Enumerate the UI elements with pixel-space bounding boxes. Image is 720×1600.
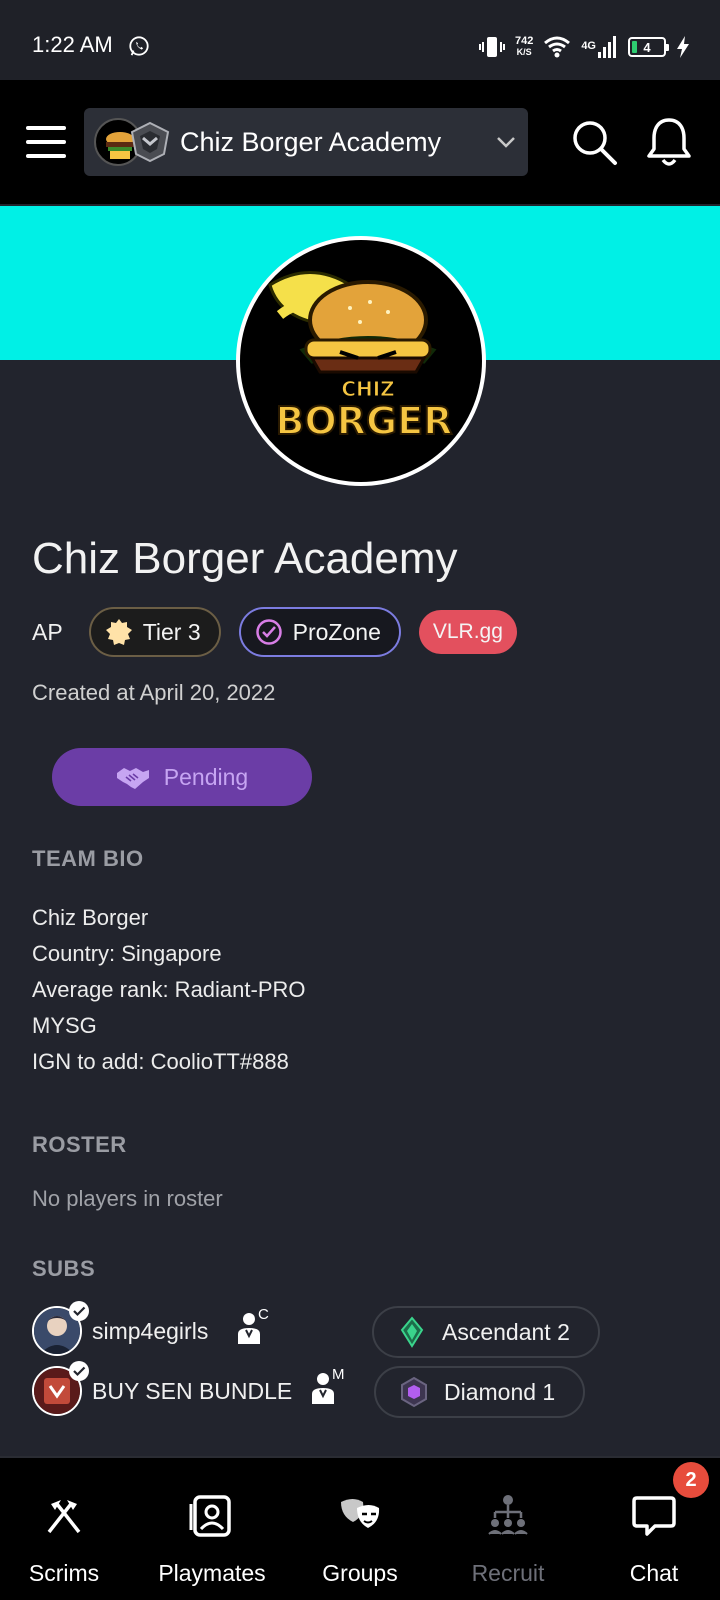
menu-button[interactable] <box>26 126 66 158</box>
subs-section-title: SUBS <box>32 1256 96 1281</box>
sub-player-name: simp4egirls <box>92 1318 209 1344</box>
app-bar: Chiz Borger Academy <box>0 80 720 204</box>
sub-player-row[interactable]: BUY SEN BUNDLE M Diamond 1 <box>32 1361 692 1418</box>
nav-label: Scrims <box>28 1560 100 1586</box>
created-date: Created at April 20, 2022 <box>32 680 276 705</box>
roster-section-title: ROSTER <box>32 1132 127 1157</box>
sub-player-row[interactable]: simp4egirls C Ascendant 2 <box>32 1301 692 1358</box>
burger-logo-icon: CHIZ BORGER <box>268 271 453 444</box>
prozone-badge: ProZone <box>238 607 401 657</box>
rank-label: Ascendant 2 <box>442 1318 570 1345</box>
team-tags: AP Tier 3 ProZone VLR.gg <box>32 606 535 658</box>
bottom-nav: Scrims Playmates Groups Recruit Chat <box>0 1456 720 1600</box>
role-letter: M <box>332 1366 345 1383</box>
charging-icon <box>677 36 689 58</box>
net-speed-unit: K/S <box>516 47 532 57</box>
menu-bar <box>26 154 66 158</box>
bio-line: MYSG <box>32 1013 97 1038</box>
vlr-link[interactable]: VLR.gg <box>418 610 517 654</box>
wifi-icon <box>544 36 571 58</box>
verified-badge-icon <box>69 1361 89 1381</box>
ascendant-rank-icon <box>400 1316 424 1348</box>
vibrate-icon <box>478 37 505 57</box>
verified-badge-icon <box>69 1301 89 1321</box>
bio-section-title: TEAM BIO <box>32 846 144 871</box>
tier-label: Tier 3 <box>142 618 201 645</box>
diamond-rank-icon <box>401 1376 427 1408</box>
check-circle-icon <box>255 619 282 645</box>
nav-recruit[interactable]: Recruit <box>436 1458 580 1600</box>
masks-icon <box>341 1499 380 1528</box>
rank-badge: Ascendant 2 <box>372 1306 600 1358</box>
region-label: AP <box>32 618 63 645</box>
nav-scrims[interactable]: Scrims <box>0 1458 136 1600</box>
team-bio: Chiz Borger Country: Singapore Average r… <box>32 900 306 1080</box>
logo-text-bottom: BORGER <box>276 399 453 443</box>
bell-icon[interactable] <box>644 116 694 168</box>
org-chart-icon <box>488 1495 528 1535</box>
roster-empty-text: No players in roster <box>32 1186 223 1211</box>
handshake-icon <box>116 768 149 789</box>
net-speed: 742 K/S <box>515 36 533 58</box>
pending-label: Pending <box>163 763 249 790</box>
bio-line: Chiz Borger <box>32 905 149 930</box>
nav-label: Playmates <box>158 1560 266 1586</box>
contact-card-icon <box>189 1495 231 1537</box>
logo-text-top: CHIZ <box>341 377 394 401</box>
nav-label: Recruit <box>471 1560 545 1586</box>
net-speed-value: 742 <box>514 35 534 47</box>
team-logo: CHIZ BORGER <box>236 236 486 486</box>
rank-badge: Diamond 1 <box>374 1366 586 1418</box>
nav-label: Chat <box>629 1560 679 1586</box>
menu-bar <box>26 126 66 130</box>
battery-icon: 4 <box>628 37 669 57</box>
role-letter: C <box>258 1306 269 1323</box>
bio-line: IGN to add: CoolioTT#888 <box>32 1049 289 1074</box>
bio-line: Country: Singapore <box>32 941 222 966</box>
network-type: 4G <box>581 40 596 52</box>
menu-bar <box>26 140 66 144</box>
nav-groups[interactable]: Groups <box>288 1458 432 1600</box>
team-selector-label: Chiz Borger Academy <box>180 127 442 157</box>
whatsapp-icon <box>129 36 149 56</box>
vlr-label: VLR.gg <box>432 620 503 643</box>
status-bar: 1:22 AM 742 K/S 4G 4 <box>0 0 720 80</box>
signal-icon <box>598 36 616 58</box>
battery-level: 4 <box>643 39 651 55</box>
search-icon[interactable] <box>570 118 618 166</box>
status-icons: 742 K/S 4G 4 <box>478 32 690 62</box>
status-time: 1:22 AM <box>32 32 113 57</box>
crossed-axes-icon <box>47 1500 81 1534</box>
pending-button[interactable]: Pending <box>52 748 312 806</box>
tier-badge: Tier 3 <box>88 607 221 657</box>
sub-player-name: BUY SEN BUNDLE <box>92 1378 293 1404</box>
chat-unread-badge: 2 <box>673 1462 709 1498</box>
chevron-down-icon <box>497 137 515 148</box>
bio-line: Average rank: Radiant-PRO <box>32 977 306 1002</box>
chat-bubble-icon <box>632 1496 676 1536</box>
tier-icon <box>105 619 132 645</box>
nav-playmates[interactable]: Playmates <box>140 1458 284 1600</box>
rank-label: Diamond 1 <box>444 1378 556 1405</box>
team-selector[interactable]: Chiz Borger Academy <box>84 108 528 176</box>
page-title: Chiz Borger Academy <box>32 534 458 583</box>
nav-label: Groups <box>322 1560 398 1586</box>
prozone-label: ProZone <box>292 618 381 645</box>
rank-shield-icon <box>130 121 170 163</box>
